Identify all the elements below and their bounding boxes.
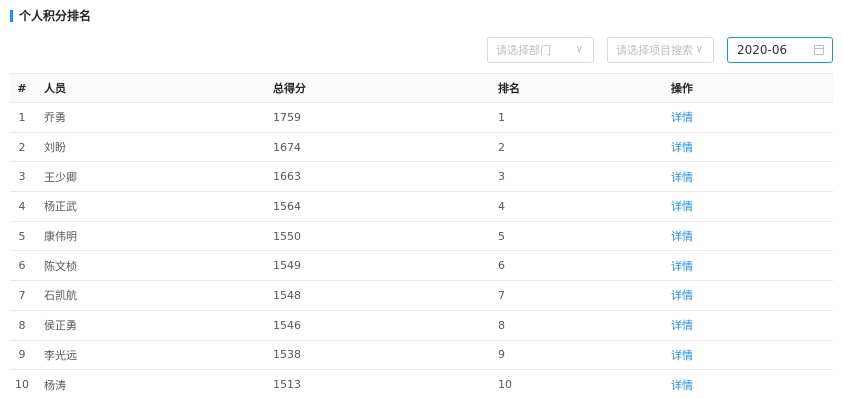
table-row: 6 陈文桢 1549 6 详情 [10, 251, 833, 282]
row-rank: 9 [498, 348, 505, 362]
row-score: 1663 [273, 170, 301, 184]
filter-bar: 请选择部门 ∨ 请选择项目搜索 ∨ 2020-06 [0, 37, 843, 63]
row-index: 1 [18, 110, 26, 124]
ranking-table: # 人员 总得分 排名 操作 1 乔勇 1759 1 详情 2 刘盼 1674 … [10, 73, 833, 398]
detail-link[interactable]: 详情 [671, 258, 693, 274]
table-row: 7 石凯航 1548 7 详情 [10, 281, 833, 311]
row-score: 1546 [273, 318, 301, 332]
detail-link[interactable]: 详情 [671, 109, 693, 125]
row-score: 1549 [273, 259, 301, 273]
month-picker-value: 2020-06 [737, 43, 788, 57]
row-score: 1759 [273, 110, 301, 124]
row-index: 2 [18, 140, 26, 154]
chevron-down-icon: ∨ [575, 44, 583, 55]
row-rank: 2 [498, 140, 505, 154]
row-index: 6 [18, 259, 26, 273]
row-score: 1674 [273, 140, 301, 154]
table-row: 3 王少卿 1663 3 详情 [10, 162, 833, 193]
department-select-placeholder: 请选择部门 [496, 44, 551, 57]
row-name: 刘盼 [44, 141, 66, 155]
row-rank: 4 [498, 199, 505, 213]
row-rank: 3 [498, 170, 505, 184]
row-rank: 6 [498, 259, 505, 273]
row-score: 1564 [273, 199, 301, 213]
department-select[interactable]: 请选择部门 ∨ [487, 37, 594, 63]
detail-link[interactable]: 详情 [671, 377, 693, 393]
table-row: 4 杨正武 1564 4 详情 [10, 192, 833, 222]
row-index: 7 [18, 288, 26, 302]
chevron-down-icon: ∨ [695, 44, 703, 55]
table-row: 9 李光远 1538 9 详情 [10, 341, 833, 371]
row-score: 1548 [273, 288, 301, 302]
table-row: 5 康伟明 1550 5 详情 [10, 222, 833, 252]
row-index: 3 [18, 170, 26, 184]
detail-link[interactable]: 详情 [671, 287, 693, 303]
project-select[interactable]: 请选择项目搜索 ∨ [607, 37, 714, 63]
row-rank: 7 [498, 288, 505, 302]
header-rank: 排名 [498, 82, 520, 95]
month-picker[interactable]: 2020-06 [727, 37, 833, 63]
detail-link[interactable]: 详情 [671, 169, 693, 185]
table-header-row: # 人员 总得分 排名 操作 [10, 74, 833, 103]
row-rank: 1 [498, 110, 505, 124]
title-accent-bar [10, 10, 13, 22]
row-score: 1513 [273, 378, 301, 392]
table-row: 1 乔勇 1759 1 详情 [10, 103, 833, 133]
detail-link[interactable]: 详情 [671, 347, 693, 363]
row-index: 10 [15, 378, 29, 392]
row-name: 乔勇 [44, 111, 66, 125]
row-score: 1538 [273, 348, 301, 362]
row-rank: 8 [498, 318, 505, 332]
header-name: 人员 [44, 82, 66, 95]
row-name: 陈文桢 [44, 259, 77, 273]
row-name: 侯正勇 [44, 319, 77, 333]
row-rank: 5 [498, 229, 505, 243]
row-name: 李光远 [44, 348, 77, 362]
row-rank: 10 [498, 378, 512, 392]
row-name: 杨正武 [44, 200, 77, 214]
row-name: 王少卿 [44, 170, 77, 184]
project-select-placeholder: 请选择项目搜索 [616, 44, 693, 57]
row-name: 康伟明 [44, 230, 77, 244]
section-title: 个人积分排名 [10, 9, 91, 23]
detail-link[interactable]: 详情 [671, 228, 693, 244]
header-score: 总得分 [273, 82, 306, 95]
header-index: # [17, 81, 27, 95]
row-index: 9 [18, 348, 26, 362]
row-score: 1550 [273, 229, 301, 243]
row-name: 石凯航 [44, 289, 77, 303]
table-row: 10 杨涛 1513 10 详情 [10, 370, 833, 398]
table-row: 8 侯正勇 1546 8 详情 [10, 311, 833, 341]
table-row: 2 刘盼 1674 2 详情 [10, 133, 833, 163]
row-index: 4 [18, 199, 26, 213]
row-index: 8 [18, 318, 26, 332]
calendar-icon [814, 45, 824, 55]
row-name: 杨涛 [44, 378, 66, 392]
detail-link[interactable]: 详情 [671, 139, 693, 155]
detail-link[interactable]: 详情 [671, 317, 693, 333]
row-index: 5 [18, 229, 26, 243]
detail-link[interactable]: 详情 [671, 198, 693, 214]
header-op: 操作 [671, 82, 693, 95]
page-title: 个人积分排名 [19, 9, 92, 23]
